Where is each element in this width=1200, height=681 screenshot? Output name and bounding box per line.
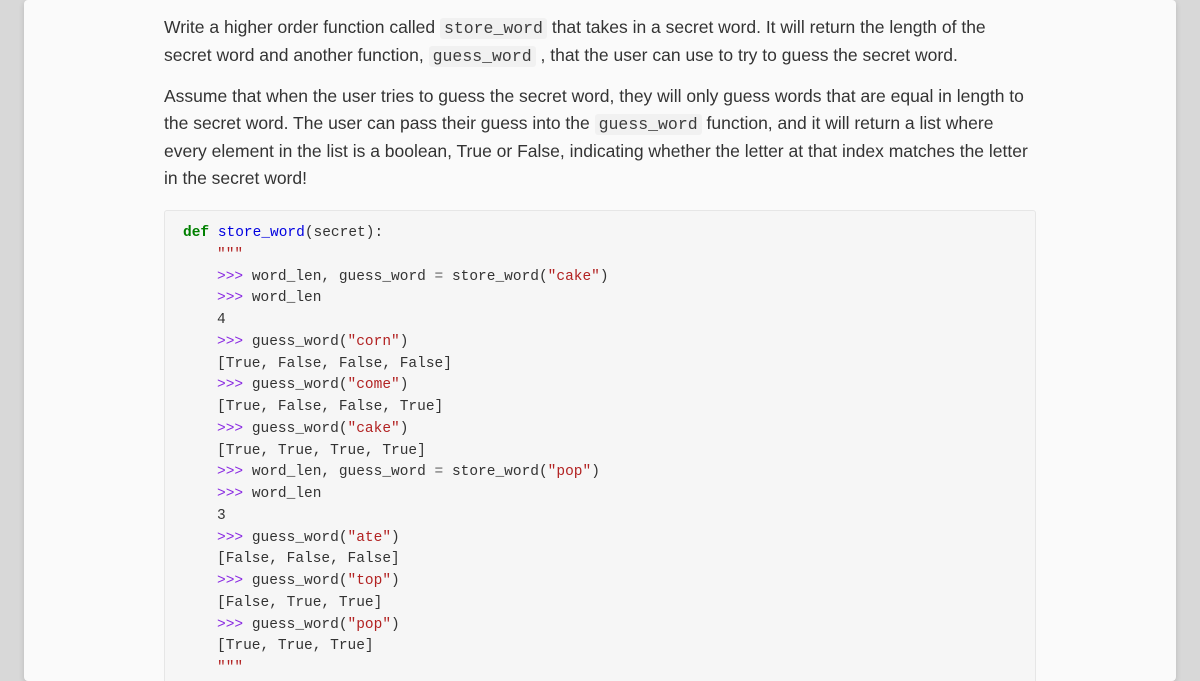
inline-code-token: guess_word xyxy=(429,46,536,67)
code-token: (secret): xyxy=(305,225,383,241)
code-line: [True, False, False, True] xyxy=(217,397,1017,419)
code-line: 3 xyxy=(217,506,1017,528)
code-line: >>> word_len xyxy=(217,288,1017,310)
code-line: 4 xyxy=(217,310,1017,332)
inline-code-token: store_word xyxy=(440,18,547,39)
code-token: >>> xyxy=(217,486,252,502)
prose-text: , that the user can use to try to guess … xyxy=(536,45,958,65)
code-token: """ xyxy=(217,247,243,263)
code-line: [False, True, True] xyxy=(217,593,1017,615)
code-line: >>> word_len, guess_word = store_word("c… xyxy=(217,267,1017,289)
code-token: "pop" xyxy=(548,464,592,480)
paragraph-2: Assume that when the user tries to guess… xyxy=(164,83,1036,192)
code-token: word_len, guess_word xyxy=(252,464,435,480)
code-token: ) xyxy=(391,530,400,546)
code-token: [False, False, False] xyxy=(217,551,400,567)
code-token: word_len xyxy=(252,290,322,306)
code-line: >>> guess_word("ate") xyxy=(217,528,1017,550)
code-line: """ xyxy=(217,658,1017,680)
code-token: ) xyxy=(400,421,409,437)
code-token: 4 xyxy=(217,312,226,328)
code-token: ) xyxy=(391,617,400,633)
code-line: >>> guess_word("come") xyxy=(217,375,1017,397)
code-token: [True, False, False, False] xyxy=(217,356,452,372)
code-token: ) xyxy=(391,573,400,589)
code-token: >>> xyxy=(217,334,252,350)
code-token: guess_word( xyxy=(252,334,348,350)
code-token: store_word xyxy=(218,225,305,241)
code-token: guess_word( xyxy=(252,617,348,633)
code-token: >>> xyxy=(217,530,252,546)
code-token: store_word( xyxy=(443,269,547,285)
code-token: 3 xyxy=(217,508,226,524)
code-token: = xyxy=(435,464,444,480)
code-line: >>> word_len, guess_word = store_word("p… xyxy=(217,462,1017,484)
code-line: >>> word_len xyxy=(217,484,1017,506)
code-token: "pop" xyxy=(348,617,392,633)
code-line: >>> guess_word("top") xyxy=(217,571,1017,593)
prose-text: Write a higher order function called xyxy=(164,17,440,37)
code-token: >>> xyxy=(217,421,252,437)
code-token: guess_word( xyxy=(252,573,348,589)
code-token: = xyxy=(435,269,444,285)
code-token xyxy=(209,225,218,241)
code-token: [True, True, True, True] xyxy=(217,443,426,459)
code-token: "top" xyxy=(348,573,392,589)
code-token: "cake" xyxy=(348,421,400,437)
code-block: def store_word(secret): """ >>> word_len, … xyxy=(164,210,1036,681)
code-line: [True, True, True] xyxy=(217,636,1017,658)
code-token: [True, False, False, True] xyxy=(217,399,443,415)
code-token: "corn" xyxy=(348,334,400,350)
code-line: [True, False, False, False] xyxy=(217,354,1017,376)
code-token: word_len, guess_word xyxy=(252,269,435,285)
code-line: [False, False, False] xyxy=(217,549,1017,571)
code-token: ) xyxy=(400,377,409,393)
code-token: word_len xyxy=(252,486,322,502)
code-token: >>> xyxy=(217,377,252,393)
paragraph-1: Write a higher order function called sto… xyxy=(164,14,1036,69)
code-token: "ate" xyxy=(348,530,392,546)
code-token: guess_word( xyxy=(252,421,348,437)
code-token: "come" xyxy=(348,377,400,393)
code-token: >>> xyxy=(217,617,252,633)
code-token: ) xyxy=(600,269,609,285)
code-token: >>> xyxy=(217,573,252,589)
code-line: >>> guess_word("pop") xyxy=(217,615,1017,637)
code-line: >>> guess_word("corn") xyxy=(217,332,1017,354)
page-container: Write a higher order function called sto… xyxy=(24,0,1176,681)
code-line: [True, True, True, True] xyxy=(217,441,1017,463)
code-token: store_word( xyxy=(443,464,547,480)
code-line: >>> guess_word("cake") xyxy=(217,419,1017,441)
code-token: def xyxy=(183,225,209,241)
code-token: >>> xyxy=(217,290,252,306)
code-token: "cake" xyxy=(548,269,600,285)
code-token: [True, True, True] xyxy=(217,638,374,654)
code-token: ) xyxy=(400,334,409,350)
code-line: """ xyxy=(217,245,1017,267)
code-token: >>> xyxy=(217,464,252,480)
inline-code-token: guess_word xyxy=(595,114,702,135)
code-token: """ xyxy=(217,660,243,676)
code-token: ) xyxy=(591,464,600,480)
code-token: [False, True, True] xyxy=(217,595,382,611)
code-token: guess_word( xyxy=(252,377,348,393)
problem-statement: Write a higher order function called sto… xyxy=(164,14,1036,192)
code-token: guess_word( xyxy=(252,530,348,546)
code-token: >>> xyxy=(217,269,252,285)
code-line: def store_word(secret): xyxy=(183,223,1017,245)
